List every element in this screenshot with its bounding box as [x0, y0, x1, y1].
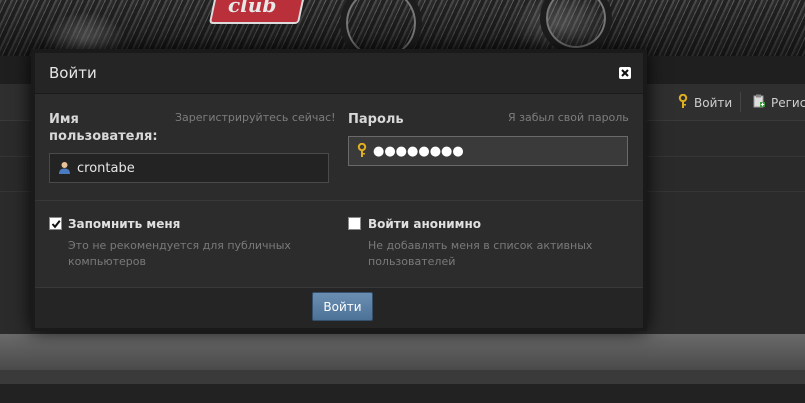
footer-strip — [0, 370, 805, 384]
login-submit-button[interactable]: Войти — [312, 292, 373, 321]
footer-bar — [0, 334, 805, 370]
dialog-title: Войти — [49, 64, 97, 82]
nav-login-label: Войти — [694, 95, 733, 110]
close-icon — [619, 67, 631, 79]
dialog-header: Войти — [35, 53, 643, 94]
anonymous-login-label[interactable]: Войти анонимно — [368, 217, 481, 231]
site-logo-mark: club — [228, 0, 277, 17]
login-dialog: Войти Имя пользователя: Зарегистрируйтес… — [31, 49, 647, 331]
user-icon — [58, 159, 71, 178]
key-icon — [678, 93, 688, 111]
username-value: crontabe — [77, 160, 135, 176]
anonymous-login-checkbox[interactable] — [348, 217, 361, 230]
nav-register-label: Регист — [771, 95, 805, 110]
remember-me-label[interactable]: Запомнить меня — [68, 217, 180, 231]
username-label: Имя пользователя: — [49, 112, 158, 144]
key-icon — [357, 142, 367, 161]
password-value: ●●●●●●●● — [373, 143, 464, 159]
forgot-password-link[interactable]: Я забыл свой пароль — [508, 111, 629, 124]
password-input[interactable]: ●●●●●●●● — [348, 136, 628, 166]
register-link[interactable]: Зарегистрируйтесь сейчас! — [175, 111, 336, 124]
nav-separator — [740, 92, 741, 112]
username-input[interactable]: crontabe — [49, 153, 329, 183]
nav-login-link[interactable]: Войти — [678, 93, 733, 111]
checkmark-icon — [51, 214, 61, 233]
password-label: Пароль — [348, 112, 404, 127]
close-button[interactable] — [619, 67, 631, 79]
clipboard-icon — [753, 94, 765, 111]
footer-bottom — [0, 384, 805, 403]
remember-me-checkbox[interactable] — [49, 217, 62, 230]
section-divider — [35, 200, 643, 201]
nav-register-link[interactable]: Регист — [753, 94, 805, 111]
remember-me-description: Это не рекомендуется для публичных компь… — [68, 239, 291, 268]
anonymous-login-description: Не добавлять меня в список активных поль… — [368, 239, 593, 268]
